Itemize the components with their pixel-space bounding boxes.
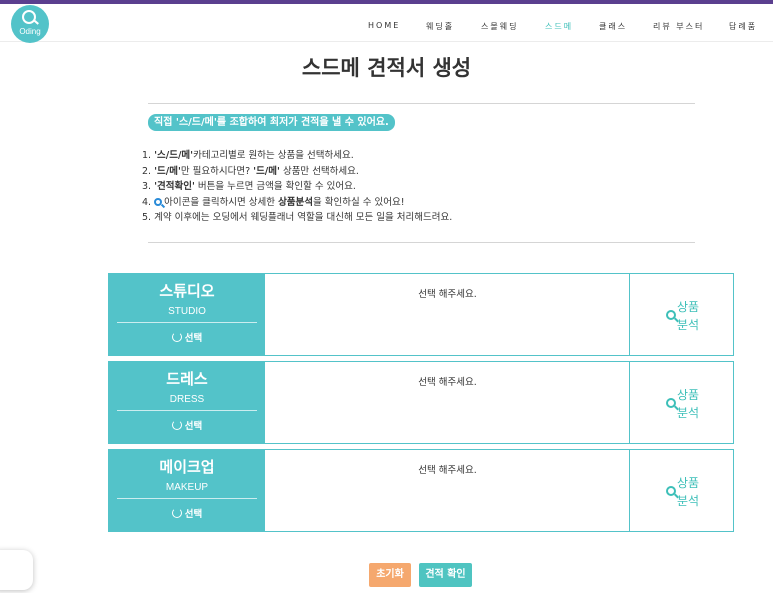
selection-placeholder: 선택 해주세요. (418, 377, 477, 388)
page-title: 스드메 견적서 생성 (301, 56, 472, 80)
select-button[interactable]: 선택 (109, 506, 265, 520)
selection-placeholder: 선택 해주세요. (418, 465, 477, 476)
search-icon (154, 197, 163, 206)
search-icon (666, 398, 676, 408)
category-header: 드레스 DRESS 선택 (109, 362, 265, 443)
instructions-list: 1. '스/드/메'카테고리별로 원하는 상품을 선택하세요. 2. '드/메'… (142, 148, 452, 226)
reset-button[interactable]: 초기화 (369, 563, 411, 587)
confirm-estimate-button[interactable]: 견적 확인 (419, 563, 472, 587)
analyze-button[interactable]: 상품 분석 (630, 274, 733, 355)
oding-logo[interactable]: Oding (11, 5, 49, 43)
instruction-2: 2. '드/메'만 필요하시다면? '드/메' 상품만 선택하세요. (142, 165, 359, 177)
refresh-icon (171, 420, 182, 430)
category-header: 스튜디오 STUDIO 선택 (109, 274, 265, 355)
divider-top (148, 103, 695, 104)
nav-wedding-hall[interactable]: 웨딩홀 (426, 21, 454, 32)
analyze-button[interactable]: 상품 분석 (630, 450, 733, 531)
instruction-3: 3. '견적확인' 버튼을 누르면 금액을 확인할 수 있어요. (142, 181, 356, 192)
search-icon (666, 486, 676, 496)
category-row-makeup: 메이크업 MAKEUP 선택 선택 해주세요. 상품 분석 (108, 449, 734, 532)
refresh-icon (171, 332, 182, 342)
analyze-label: 상품 분석 (677, 476, 700, 508)
divider-bottom (148, 242, 695, 243)
site-header: HOME 웨딩홀 스몰웨딩 스드메 클래스 리뷰 부스터 답례품 (0, 4, 773, 42)
analyze-label: 상품 분석 (677, 300, 700, 332)
nav-home[interactable]: HOME (368, 21, 400, 30)
nav-review-booster[interactable]: 리뷰 부스터 (653, 21, 704, 32)
intro-badge: 직접 '스/드/메'를 조합하여 최저가 견적을 낼 수 있어요. (148, 114, 395, 131)
refresh-icon (171, 508, 182, 518)
analyze-label: 상품 분석 (677, 388, 700, 420)
nav-class[interactable]: 클래스 (599, 21, 627, 32)
category-name: 드레스 (166, 370, 208, 388)
category-row-studio: 스튜디오 STUDIO 선택 선택 해주세요. 상품 분석 (108, 273, 734, 356)
category-header: 메이크업 MAKEUP 선택 (109, 450, 265, 531)
selection-area[interactable]: 선택 해주세요. (265, 450, 630, 531)
category-name: 스튜디오 (159, 282, 215, 300)
nav-return-gift[interactable]: 답례품 (729, 21, 757, 32)
nav-small-wedding[interactable]: 스몰웨딩 (481, 21, 518, 32)
logo-text: Oding (19, 27, 41, 36)
category-name: 메이크업 (159, 458, 215, 476)
instruction-4: 4. 아이콘을 클릭하시면 상세한 상품분석을 확인하실 수 있어요! (142, 196, 405, 208)
selection-placeholder: 선택 해주세요. (418, 289, 477, 300)
category-name-en: STUDIO (168, 306, 206, 317)
category-row-dress: 드레스 DRESS 선택 선택 해주세요. 상품 분석 (108, 361, 734, 444)
nav-sdm[interactable]: 스드메 (545, 21, 573, 32)
floating-widget[interactable] (0, 550, 33, 590)
instruction-1: 1. '스/드/메'카테고리별로 원하는 상품을 선택하세요. (142, 150, 354, 161)
instruction-5: 5. 계약 이후에는 오딩에서 웨딩플래너 역할을 대신해 모든 일을 처리해드… (142, 212, 453, 223)
category-name-en: DRESS (169, 394, 205, 405)
search-icon (666, 310, 676, 320)
selection-area[interactable]: 선택 해주세요. (265, 274, 630, 355)
select-button[interactable]: 선택 (109, 330, 265, 344)
selection-area[interactable]: 선택 해주세요. (265, 362, 630, 443)
analyze-button[interactable]: 상품 분석 (630, 362, 733, 443)
category-name-en: MAKEUP (165, 482, 209, 493)
select-button[interactable]: 선택 (109, 418, 265, 432)
